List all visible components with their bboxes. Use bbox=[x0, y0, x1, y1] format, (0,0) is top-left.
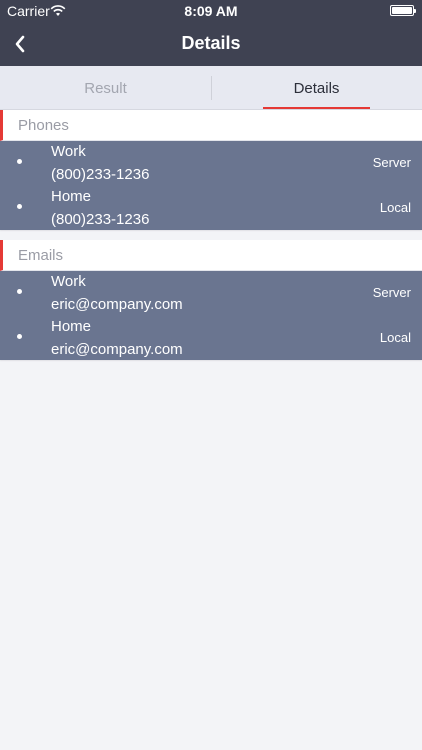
phones-list: Work (800)233-1236 Server Home (800)233-… bbox=[0, 141, 422, 230]
email-address: eric@company.com bbox=[51, 296, 183, 313]
emails-section-header: Emails bbox=[0, 240, 422, 271]
phone-number: (800)233-1236 bbox=[51, 211, 150, 228]
battery-fill bbox=[392, 7, 412, 14]
emails-list: Work eric@company.com Server Home eric@c… bbox=[0, 271, 422, 360]
tab-result[interactable]: Result bbox=[0, 66, 211, 110]
bullet-icon bbox=[17, 334, 22, 339]
phones-section-header: Phones bbox=[0, 110, 422, 141]
page-title: Details bbox=[181, 33, 241, 53]
status-bar: Carrier 8:09 AM bbox=[0, 0, 422, 22]
tab-bar: Result Details bbox=[0, 66, 422, 110]
bullet-icon bbox=[17, 289, 22, 294]
email-address: eric@company.com bbox=[51, 341, 183, 358]
source-label: Local bbox=[379, 200, 411, 215]
navigation-bar: Details bbox=[0, 22, 422, 66]
list-item[interactable]: Home eric@company.com Local bbox=[0, 316, 422, 361]
source-label: Local bbox=[379, 330, 411, 345]
phone-type: Home bbox=[51, 188, 92, 205]
list-item[interactable]: Work eric@company.com Server bbox=[0, 271, 422, 316]
source-label: Server bbox=[372, 285, 411, 300]
email-type: Work bbox=[51, 273, 86, 290]
battery-icon bbox=[390, 5, 416, 16]
phone-number: (800)233-1236 bbox=[51, 166, 150, 183]
source-label: Server bbox=[372, 155, 411, 170]
tab-details[interactable]: Details bbox=[211, 66, 422, 110]
status-time: 8:09 AM bbox=[184, 3, 238, 19]
bullet-icon bbox=[17, 159, 22, 164]
list-item[interactable]: Work (800)233-1236 Server bbox=[0, 141, 422, 186]
email-type: Home bbox=[51, 318, 92, 335]
active-tab-indicator bbox=[263, 107, 370, 109]
list-item[interactable]: Home (800)233-1236 Local bbox=[0, 186, 422, 231]
phone-type: Work bbox=[51, 143, 86, 160]
bullet-icon bbox=[17, 204, 22, 209]
